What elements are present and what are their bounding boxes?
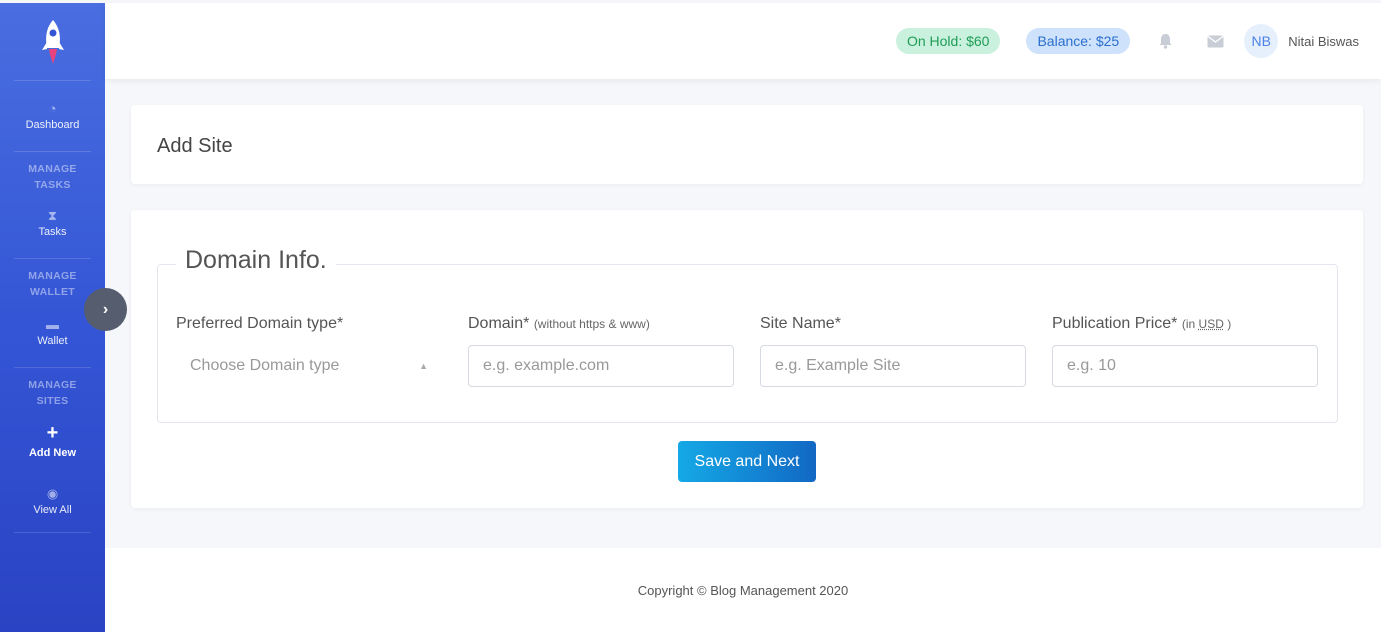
topbar-right: On Hold: $60 Balance: $25 NB Nitai Biswa… — [895, 3, 1359, 79]
sidebar-item-label: Wallet — [37, 334, 68, 347]
price-hint: (in USD ) — [1182, 317, 1231, 331]
site-name-label: Site Name* — [760, 315, 1026, 333]
sidebar-heading-manage-wallet: MANAGE WALLET — [28, 270, 77, 298]
price-hint-unit: USD — [1198, 317, 1224, 331]
on-hold-badge: On Hold: $60 — [895, 28, 1001, 54]
site-name-field: Site Name* e.g. Example Site — [760, 315, 1026, 387]
wallet-icon: ▬ — [46, 316, 59, 332]
envelope-icon[interactable] — [1206, 32, 1224, 50]
sidebar-item-view-all[interactable]: ◉ View All — [0, 470, 105, 532]
hourglass-icon: ⧗ — [47, 207, 58, 223]
topbar: On Hold: $60 Balance: $25 NB Nitai Biswa… — [105, 3, 1381, 79]
price-hint-suffix: ) — [1223, 317, 1232, 331]
plus-icon: + — [46, 422, 59, 444]
domain-type-select[interactable]: Choose Domain type ▲ — [176, 345, 442, 387]
site-name-placeholder: e.g. Example Site — [775, 357, 901, 374]
domain-label-text: Domain* — [468, 315, 530, 332]
sidebar-item-label: View All — [33, 503, 72, 516]
footer-copyright: Copyright © Blog Management 2020 — [637, 582, 849, 598]
brand-logo[interactable] — [14, 3, 91, 81]
price-hint-prefix: (in — [1181, 317, 1199, 331]
domain-placeholder: e.g. example.com — [483, 357, 610, 374]
page-title: Add Site — [157, 135, 233, 157]
save-and-next-button[interactable]: Save and Next — [678, 441, 816, 482]
price-field: Publication Price* (in USD ) e.g. 10 — [1052, 315, 1318, 387]
sidebar-heading-tasks-wrap: MANAGE TASKS — [0, 152, 105, 202]
sidebar-item-label: Tasks — [38, 225, 67, 238]
fieldset-legend: Domain Info. — [176, 246, 336, 275]
site-name-input[interactable]: e.g. Example Site — [760, 345, 1026, 387]
domain-type-field: Preferred Domain type* Choose Domain typ… — [176, 315, 442, 387]
domain-type-placeholder: Choose Domain type — [190, 357, 340, 374]
domain-input[interactable]: e.g. example.com — [468, 345, 734, 387]
domain-info-fieldset: Domain Info. Preferred Domain type* Choo… — [157, 246, 1338, 423]
add-site-form: Domain Info. Preferred Domain type* Choo… — [131, 210, 1363, 508]
price-placeholder: e.g. 10 — [1067, 357, 1116, 374]
caret-up-icon: ▲ — [419, 361, 428, 371]
sidebar-divider — [14, 532, 91, 533]
sidebar-heading-sites-wrap: MANAGE SITES — [0, 368, 105, 418]
footer: Copyright © Blog Management 2020 — [105, 548, 1381, 632]
sidebar-item-label: Dashboard — [25, 118, 80, 131]
sidebar-heading-manage-sites: MANAGE SITES — [28, 379, 77, 407]
domain-label: Domain* (without https & www) — [468, 315, 734, 333]
speedometer-icon: ◔ — [48, 100, 57, 116]
price-label-text: Publication Price* — [1052, 315, 1178, 332]
rocket-icon — [41, 19, 64, 64]
domain-type-label: Preferred Domain type* — [176, 315, 442, 333]
domain-hint: (without https & www) — [533, 317, 650, 331]
domain-field: Domain* (without https & www) e.g. examp… — [468, 315, 734, 387]
avatar[interactable]: NB — [1244, 24, 1279, 58]
price-input[interactable]: e.g. 10 — [1052, 345, 1318, 387]
bell-icon[interactable] — [1156, 32, 1174, 50]
site-name-label-text: Site Name* — [760, 315, 841, 332]
sidebar-item-label: Add New — [28, 447, 77, 459]
sidebar-item-add-new[interactable]: + Add New — [0, 418, 105, 464]
sidebar-item-dashboard[interactable]: ◔ Dashboard — [0, 81, 105, 151]
eye-icon: ◉ — [46, 485, 59, 501]
balance-badge: Balance: $25 — [1026, 28, 1131, 54]
sidebar-toggle-button[interactable]: › — [84, 288, 127, 331]
page-title-card: Add Site — [131, 105, 1363, 184]
sidebar-heading-manage-tasks: MANAGE TASKS — [28, 163, 77, 191]
user-name[interactable]: Nitai Biswas — [1288, 34, 1359, 49]
chevron-right-icon: › — [102, 300, 109, 318]
price-label: Publication Price* (in USD ) — [1052, 315, 1318, 333]
sidebar-item-tasks[interactable]: ⧗ Tasks — [0, 198, 105, 248]
domain-type-label-text: Preferred Domain type* — [176, 315, 344, 332]
